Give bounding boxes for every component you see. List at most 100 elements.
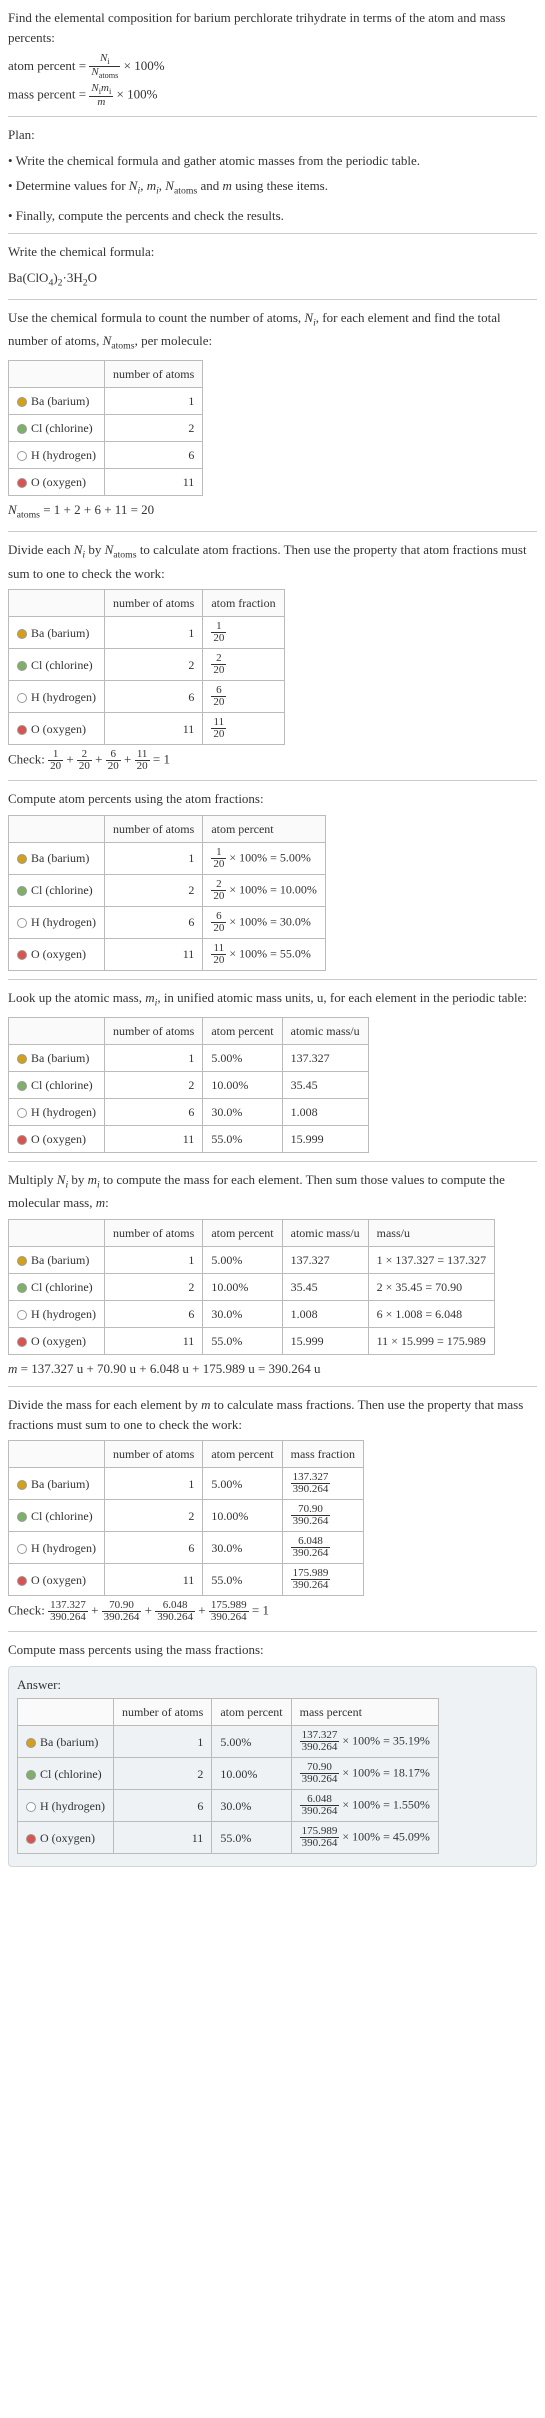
col-header: atomic mass/u — [282, 1219, 368, 1246]
fraction: Nimi m — [89, 83, 113, 108]
table-row: O (oxygen)111120 — [9, 713, 285, 745]
oxygen-swatch-icon — [17, 478, 27, 488]
col-header: mass percent — [291, 1699, 438, 1726]
table-row: H (hydrogen)6620 — [9, 681, 285, 713]
table-row: Cl (chlorine)210.00%70.90390.264 × 100% … — [18, 1758, 439, 1790]
col-header: number of atoms — [113, 1699, 211, 1726]
col-header: mass fraction — [282, 1441, 363, 1468]
col-header: atom percent — [203, 815, 326, 842]
table-row: Ba (barium)1120 × 100% = 5.00% — [9, 842, 326, 874]
hydrogen-swatch-icon — [26, 1802, 36, 1812]
molmass-sum: m = 137.327 u + 70.90 u + 6.048 u + 175.… — [8, 1359, 537, 1379]
chlorine-swatch-icon — [26, 1770, 36, 1780]
natoms-sum: Natoms = 1 + 2 + 6 + 11 = 20 — [8, 500, 537, 523]
barium-swatch-icon — [17, 1054, 27, 1064]
molecular-mass-table: number of atomsatom percentatomic mass/u… — [8, 1219, 495, 1355]
frac-check: Check: 120 + 220 + 620 + 1120 = 1 — [8, 749, 537, 772]
chlorine-swatch-icon — [17, 1283, 27, 1293]
hydrogen-swatch-icon — [17, 693, 27, 703]
table-row: Ba (barium)15.00%137.327390.264 — [9, 1468, 364, 1500]
count-intro: Use the chemical formula to count the nu… — [8, 308, 537, 354]
divider — [8, 1386, 537, 1387]
chlorine-swatch-icon — [17, 1081, 27, 1091]
table-row: H (hydrogen)6620 × 100% = 30.0% — [9, 906, 326, 938]
table-row: Ba (barium)15.00%137.3271 × 137.327 = 13… — [9, 1246, 495, 1273]
intro-text: Find the elemental composition for bariu… — [8, 8, 537, 47]
table-row: Cl (chlorine)2220 — [9, 649, 285, 681]
divider — [8, 233, 537, 234]
barium-swatch-icon — [17, 854, 27, 864]
intro-title: Find the elemental composition for bariu… — [8, 10, 505, 45]
divider — [8, 116, 537, 117]
col-header: number of atoms — [104, 1219, 202, 1246]
table-row: O (oxygen)111120 × 100% = 55.0% — [9, 938, 326, 970]
col-header: number of atoms — [104, 815, 202, 842]
hydrogen-swatch-icon — [17, 451, 27, 461]
table-row: O (oxygen)1155.0%175.989390.264 — [9, 1564, 364, 1596]
plan-heading: Plan: — [8, 125, 537, 145]
plan-step: • Determine values for Ni, mi, Natoms an… — [8, 176, 537, 199]
mass-percent-table: number of atomsatom percentmass percent … — [17, 1698, 439, 1854]
hydrogen-swatch-icon — [17, 1108, 27, 1118]
divider — [8, 299, 537, 300]
col-header: number of atoms — [104, 1017, 202, 1044]
final-intro: Compute mass percents using the mass fra… — [8, 1640, 537, 1660]
answer-box: Answer: number of atomsatom percentmass … — [8, 1666, 537, 1868]
hydrogen-swatch-icon — [17, 1544, 27, 1554]
col-header: atomic mass/u — [282, 1017, 368, 1044]
col-header: atom percent — [203, 1441, 282, 1468]
table-row: Cl (chlorine)2220 × 100% = 10.00% — [9, 874, 326, 906]
table-row: Ba (barium)15.00%137.327 — [9, 1044, 369, 1071]
table-row: H (hydrogen)630.0%6.048390.264 × 100% = … — [18, 1790, 439, 1822]
table-row: O (oxygen)11 — [9, 469, 203, 496]
table-row: H (hydrogen)630.0%6.048390.264 — [9, 1532, 364, 1564]
col-header: atom fraction — [203, 590, 284, 617]
table-row: O (oxygen)1155.0%15.999 — [9, 1125, 369, 1152]
divider — [8, 979, 537, 980]
table-row: H (hydrogen)630.0%1.0086 × 1.008 = 6.048 — [9, 1300, 495, 1327]
col-header: number of atoms — [104, 590, 202, 617]
mass-percent-formula: mass percent = Nimi m × 100% — [8, 83, 537, 108]
count-table: number of atoms Ba (barium)1 Cl (chlorin… — [8, 360, 203, 496]
answer-label: Answer: — [17, 1675, 528, 1695]
hydrogen-swatch-icon — [17, 1310, 27, 1320]
massfrac-check: Check: 137.327390.264 + 70.90390.264 + 6… — [8, 1600, 537, 1623]
barium-swatch-icon — [17, 1480, 27, 1490]
col-header: atom percent — [203, 1017, 282, 1044]
table-row: Cl (chlorine)210.00%35.452 × 35.45 = 70.… — [9, 1273, 495, 1300]
table-row: O (oxygen)1155.0%175.989390.264 × 100% =… — [18, 1822, 439, 1854]
table-row: Ba (barium)15.00%137.327390.264 × 100% =… — [18, 1726, 439, 1758]
divider — [8, 780, 537, 781]
table-row: Cl (chlorine)210.00%70.90390.264 — [9, 1500, 364, 1532]
table-row: Cl (chlorine)210.00%35.45 — [9, 1071, 369, 1098]
oxygen-swatch-icon — [17, 1135, 27, 1145]
table-row: O (oxygen)1155.0%15.99911 × 15.999 = 175… — [9, 1327, 495, 1354]
divider — [8, 1631, 537, 1632]
chemical-formula: Ba(ClO4)2·3H2O — [8, 268, 537, 291]
fraction: Ni Natoms — [89, 53, 120, 81]
formula-heading: Write the chemical formula: — [8, 242, 537, 262]
atomic-mass-table: number of atomsatom percentatomic mass/u… — [8, 1017, 369, 1153]
atom-percent-table: number of atomsatom percent Ba (barium)1… — [8, 815, 326, 971]
oxygen-swatch-icon — [26, 1834, 36, 1844]
table-row: H (hydrogen)630.0%1.008 — [9, 1098, 369, 1125]
oxygen-swatch-icon — [17, 1576, 27, 1586]
divider — [8, 531, 537, 532]
barium-swatch-icon — [17, 1256, 27, 1266]
oxygen-swatch-icon — [17, 725, 27, 735]
oxygen-swatch-icon — [17, 1337, 27, 1347]
mass-fraction-table: number of atomsatom percentmass fraction… — [8, 1440, 364, 1596]
chlorine-swatch-icon — [17, 424, 27, 434]
atom-fraction-table: number of atomsatom fraction Ba (barium)… — [8, 589, 285, 745]
plan-step: • Write the chemical formula and gather … — [8, 151, 537, 171]
col-header: number of atoms — [104, 361, 202, 388]
table-row: Ba (barium)1120 — [9, 617, 285, 649]
col-header: mass/u — [368, 1219, 495, 1246]
hydrogen-swatch-icon — [17, 918, 27, 928]
molmass-intro: Multiply Ni by mi to compute the mass fo… — [8, 1170, 537, 1213]
col-header: number of atoms — [104, 1441, 202, 1468]
barium-swatch-icon — [17, 629, 27, 639]
col-header: atom percent — [203, 1219, 282, 1246]
barium-swatch-icon — [17, 397, 27, 407]
chlorine-swatch-icon — [17, 886, 27, 896]
